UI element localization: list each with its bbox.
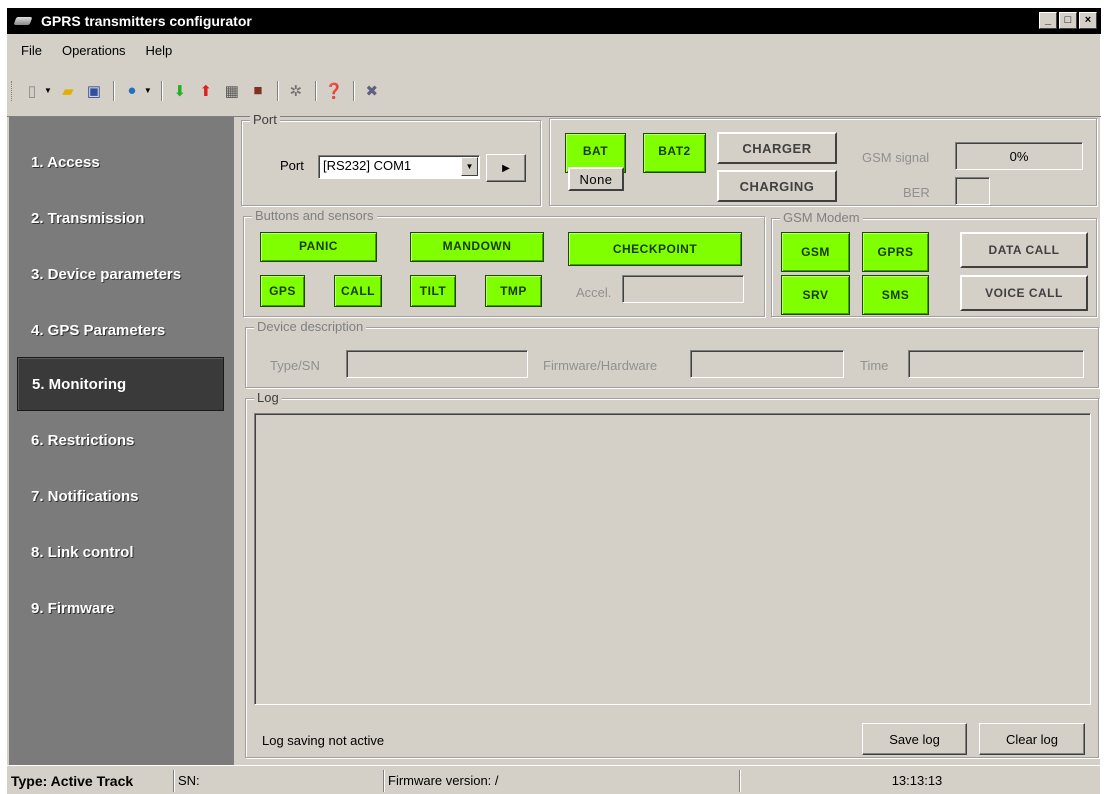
time-field: [908, 350, 1084, 378]
port-group: Port Port [RS232] COM1 ▼ ▶: [241, 112, 541, 206]
chevron-down-icon[interactable]: ▼: [144, 86, 152, 95]
toolbar-separator: [352, 80, 355, 101]
ber-field: [955, 177, 990, 205]
toolbar-grip: [11, 80, 14, 101]
open-folder-icon[interactable]: ▰: [56, 80, 80, 102]
toolbar-separator: [160, 80, 163, 101]
log-status-text: Log saving not active: [262, 733, 385, 748]
menu-file[interactable]: File: [11, 43, 52, 58]
port-group-title: Port: [250, 112, 280, 127]
globe-icon[interactable]: ●: [120, 80, 144, 102]
save-log-button[interactable]: Save log: [862, 723, 967, 755]
toolbar-separator: [112, 80, 115, 101]
sidebar-item-monitoring[interactable]: 5. Monitoring: [17, 357, 224, 411]
app-icon: [13, 14, 35, 28]
title-bar: GPRS transmitters configurator _ □ ×: [7, 8, 1101, 34]
gps-indicator: GPS: [260, 275, 305, 307]
status-time: 13:13:13: [891, 773, 943, 788]
log-textarea[interactable]: [254, 413, 1091, 705]
gsm-indicator: GSM: [781, 232, 850, 272]
mandown-indicator: MANDOWN: [410, 232, 544, 262]
accel-field: [622, 275, 744, 303]
device-description-group-title: Device description: [254, 319, 367, 334]
new-icon[interactable]: ▯: [20, 80, 44, 102]
sms-indicator: SMS: [862, 275, 929, 315]
panic-indicator: PANIC: [260, 232, 377, 262]
accel-label: Accel.: [576, 285, 612, 300]
sidebar-item-transmission[interactable]: 2. Transmission: [17, 191, 224, 245]
play-icon: ▶: [502, 162, 510, 174]
toolbar-separator: [314, 80, 317, 101]
status-bar: Type: Active Track SN: Firmware version:…: [7, 765, 1101, 794]
sensors-group: Buttons and sensors PANIC MANDOWN CHECKP…: [243, 208, 765, 317]
app-window: GPRS transmitters configurator _ □ × Fil…: [6, 7, 1101, 794]
chevron-down-icon[interactable]: ▼: [44, 86, 52, 95]
status-firmware: Firmware version: /: [384, 769, 740, 792]
bat2-indicator: BAT2: [643, 133, 706, 173]
menu-operations[interactable]: Operations: [52, 43, 136, 58]
sensors-group-title: Buttons and sensors: [252, 208, 377, 223]
status-sn: SN:: [174, 769, 384, 792]
firmware-hardware-label: Firmware/Hardware: [543, 358, 658, 373]
chevron-down-icon[interactable]: ▼: [461, 157, 478, 176]
sidebar-item-access[interactable]: 1. Access: [17, 135, 224, 189]
port-connect-button[interactable]: ▶: [486, 154, 526, 182]
window-title: GPRS transmitters configurator: [41, 13, 252, 29]
charging-indicator: CHARGING: [717, 170, 837, 202]
type-sn-field: [346, 350, 528, 378]
port-select-value: [RS232] COM1: [323, 158, 412, 173]
maximize-button[interactable]: □: [1059, 12, 1077, 29]
toolbar: ▯ ▼ ▰ ▣ ● ▼ ⬇ ⬆ ▦ ■ ✲ ❓ ✖: [7, 65, 1101, 117]
charger-indicator: CHARGER: [717, 132, 837, 164]
gsm-modem-group: GSM Modem GSM GPRS SRV SMS DATA CALL VOI…: [771, 210, 1097, 317]
download-arrow-icon[interactable]: ⬇: [168, 80, 192, 102]
sidebar-item-restrictions[interactable]: 6. Restrictions: [17, 413, 224, 467]
settings-gear-icon[interactable]: ✲: [284, 80, 308, 102]
time-label: Time: [860, 358, 889, 373]
gsm-signal-label: GSM signal: [862, 150, 930, 165]
sidebar-item-link-control[interactable]: 8. Link control: [17, 525, 224, 579]
device-description-group: Device description Type/SN Firmware/Hard…: [245, 319, 1099, 388]
calendar-icon[interactable]: ▦: [220, 80, 244, 102]
exit-icon[interactable]: ✖: [360, 80, 384, 102]
menu-help[interactable]: Help: [136, 43, 183, 58]
tmp-indicator: TMP: [485, 275, 542, 307]
sidebar-item-gps-parameters[interactable]: 4. GPS Parameters: [17, 303, 224, 357]
port-select[interactable]: [RS232] COM1 ▼: [318, 155, 480, 179]
sidebar: 1. Access 2. Transmission 3. Device para…: [9, 117, 234, 766]
srv-indicator: SRV: [781, 275, 850, 315]
status-group: BAT BAT2 None CHARGER CHARGING GSM signa…: [549, 118, 1097, 206]
close-button[interactable]: ×: [1079, 12, 1097, 29]
none-indicator: None: [568, 167, 624, 191]
book-icon[interactable]: ■: [246, 80, 270, 102]
gprs-indicator: GPRS: [862, 232, 929, 272]
sidebar-item-firmware[interactable]: 9. Firmware: [17, 581, 224, 635]
gsm-signal-field: 0%: [955, 142, 1083, 170]
sidebar-item-notifications[interactable]: 7. Notifications: [17, 469, 224, 523]
clear-log-button[interactable]: Clear log: [979, 723, 1085, 755]
tilt-indicator: TILT: [410, 275, 456, 307]
toolbar-separator: [276, 80, 279, 101]
call-indicator: CALL: [334, 275, 382, 307]
gsm-modem-group-title: GSM Modem: [780, 210, 863, 225]
minimize-button[interactable]: _: [1039, 12, 1057, 29]
help-icon[interactable]: ❓: [322, 80, 346, 102]
log-group-title: Log: [254, 390, 282, 405]
port-label: Port: [280, 158, 304, 173]
firmware-hardware-field: [690, 350, 844, 378]
save-icon[interactable]: ▣: [82, 80, 106, 102]
data-call-indicator: DATA CALL: [960, 232, 1088, 268]
ber-label: BER: [903, 185, 930, 200]
status-type: Type: Active Track: [7, 769, 174, 792]
log-group: Log Log saving not active Save log Clear…: [245, 390, 1099, 758]
window-controls: _ □ ×: [1039, 12, 1097, 29]
upload-arrow-icon[interactable]: ⬆: [194, 80, 218, 102]
checkpoint-indicator: CHECKPOINT: [568, 232, 742, 266]
sidebar-item-device-parameters[interactable]: 3. Device parameters: [17, 247, 224, 301]
voice-call-indicator: VOICE CALL: [960, 275, 1088, 311]
menu-bar: File Operations Help: [7, 35, 1101, 65]
type-sn-label: Type/SN: [270, 358, 320, 373]
